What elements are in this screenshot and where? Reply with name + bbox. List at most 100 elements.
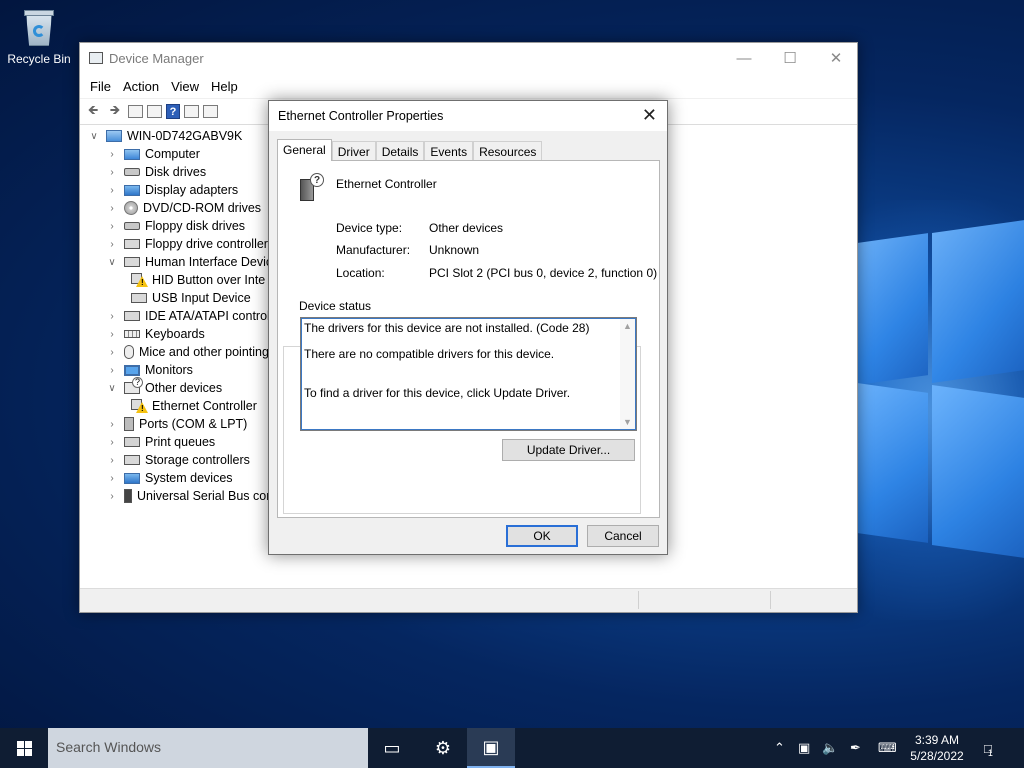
- tree-item-system-devices[interactable]: › System devices: [106, 469, 232, 487]
- keyboard-icon: [124, 330, 140, 338]
- scroll-down-icon[interactable]: ▼: [620, 417, 635, 427]
- tree-item-floppy-drive-controllers[interactable]: › Floppy drive controllers: [106, 235, 274, 253]
- scroll-up-icon[interactable]: ▲: [620, 321, 635, 331]
- dialog-title-bar[interactable]: Ethernet Controller Properties ✕: [269, 101, 667, 131]
- tree-item-human-interface-devices[interactable]: ∨ Human Interface Device: [106, 253, 279, 271]
- chevron-right-icon[interactable]: ›: [106, 221, 118, 232]
- forward-arrow-icon[interactable]: 🡺: [106, 102, 124, 120]
- tree-item-label: HID Button over Inte: [152, 273, 266, 287]
- network-disconnected-icon[interactable]: ▣: [798, 728, 810, 768]
- tree-item-hid-button[interactable]: ! HID Button over Inte: [125, 271, 265, 289]
- tree-item-ports[interactable]: › Ports (COM & LPT): [106, 415, 247, 433]
- tree-item-monitors[interactable]: › Monitors: [106, 361, 193, 379]
- show-hidden-icons-icon[interactable]: ⌃: [774, 728, 785, 768]
- properties-icon[interactable]: [147, 105, 162, 118]
- ok-button[interactable]: OK: [506, 525, 578, 547]
- pen-workspace-icon[interactable]: ✒: [850, 728, 861, 768]
- recycle-bin-label: Recycle Bin: [7, 52, 71, 66]
- tree-root[interactable]: ∨ WIN-0D742GABV9K: [88, 127, 242, 145]
- touch-keyboard-icon[interactable]: ⌨: [878, 728, 897, 768]
- speaker-muted-icon[interactable]: 🔈: [822, 728, 838, 768]
- recycle-bin-icon: [22, 8, 56, 48]
- help-icon[interactable]: ?: [166, 104, 180, 119]
- chevron-right-icon[interactable]: ›: [106, 491, 118, 502]
- action-center-icon[interactable]: □ 1: [984, 728, 993, 768]
- status-bar: [80, 588, 857, 612]
- taskbar: Search Windows ▭ ⚙ ▣ ⌃ ▣ 🔈 ✒ ⌨ 3:39 AM 5…: [0, 728, 1024, 768]
- recycle-bin-shortcut[interactable]: Recycle Bin: [6, 8, 72, 66]
- tree-item-disk-drives[interactable]: › Disk drives: [106, 163, 206, 181]
- tree-item-ide-controllers[interactable]: › IDE ATA/ATAPI controlle: [106, 307, 279, 325]
- controller-icon: [124, 239, 140, 249]
- minimize-button[interactable]: —: [721, 43, 767, 74]
- clock[interactable]: 3:39 AM 5/28/2022: [902, 732, 972, 764]
- chevron-down-icon[interactable]: ∨: [106, 257, 118, 268]
- tree-item-computer[interactable]: › Computer: [106, 145, 200, 163]
- chevron-right-icon[interactable]: ›: [106, 347, 118, 358]
- chevron-right-icon[interactable]: ›: [106, 437, 118, 448]
- tab-events[interactable]: Events: [424, 141, 474, 161]
- menu-action[interactable]: Action: [117, 79, 165, 94]
- computer-icon: [124, 148, 140, 160]
- back-arrow-icon[interactable]: 🡸: [84, 102, 102, 120]
- usb-icon: [124, 489, 132, 503]
- close-button[interactable]: ✕: [813, 43, 859, 74]
- notification-count: 1: [987, 748, 993, 758]
- maximize-button[interactable]: ☐: [767, 43, 813, 74]
- tree-item-usb-input-device[interactable]: USB Input Device: [125, 289, 251, 307]
- chevron-right-icon[interactable]: ›: [106, 365, 118, 376]
- tree-item-ethernet-controller[interactable]: ! Ethernet Controller: [125, 397, 257, 415]
- tree-item-display-adapters[interactable]: › Display adapters: [106, 181, 238, 199]
- tab-resources[interactable]: Resources: [473, 141, 543, 161]
- menu-view[interactable]: View: [165, 79, 205, 94]
- tab-driver[interactable]: Driver: [331, 141, 376, 161]
- start-button[interactable]: [0, 728, 48, 768]
- search-placeholder: Search Windows: [56, 739, 162, 755]
- device-name: Ethernet Controller: [336, 177, 437, 191]
- chevron-right-icon[interactable]: ›: [106, 329, 118, 340]
- dvd-icon: [124, 201, 138, 215]
- device-status-text[interactable]: The drivers for this device are not inst…: [300, 317, 637, 431]
- tree-item-label: Human Interface Device: [145, 255, 280, 269]
- tree-item-storage-controllers[interactable]: › Storage controllers: [106, 451, 250, 469]
- tab-strip: General Driver Details Events Resources: [277, 139, 543, 161]
- tree-item-dvd-drives[interactable]: › DVD/CD-ROM drives: [106, 199, 261, 217]
- chevron-right-icon[interactable]: ›: [106, 167, 118, 178]
- chevron-right-icon[interactable]: ›: [106, 149, 118, 160]
- menu-file[interactable]: File: [84, 79, 117, 94]
- cancel-button[interactable]: Cancel: [587, 525, 659, 547]
- action-pane-icon[interactable]: [184, 105, 199, 118]
- title-bar[interactable]: Device Manager — ☐ ✕: [80, 43, 857, 74]
- tab-general[interactable]: General: [277, 139, 332, 161]
- dialog-close-icon[interactable]: ✕: [642, 105, 657, 126]
- status-scrollbar[interactable]: ▲ ▼: [620, 319, 635, 429]
- menu-help[interactable]: Help: [205, 79, 244, 94]
- chevron-down-icon[interactable]: ∨: [88, 131, 100, 142]
- tree-item-floppy-disk-drives[interactable]: › Floppy disk drives: [106, 217, 245, 235]
- chevron-right-icon[interactable]: ›: [106, 473, 118, 484]
- device-manager-taskbar-icon[interactable]: ▣: [467, 728, 515, 768]
- tree-item-mice[interactable]: › Mice and other pointing: [106, 343, 269, 361]
- monitor-icon: [124, 364, 140, 376]
- computer-root-icon: [106, 130, 122, 142]
- chevron-right-icon[interactable]: ›: [106, 419, 118, 430]
- settings-gear-icon[interactable]: ⚙: [419, 728, 467, 768]
- task-view-icon[interactable]: ▭: [368, 728, 416, 768]
- tree-root-label: WIN-0D742GABV9K: [127, 129, 243, 143]
- chevron-right-icon[interactable]: ›: [106, 203, 118, 214]
- scan-hardware-icon[interactable]: [203, 105, 218, 118]
- tree-item-usb-controllers[interactable]: › Universal Serial Bus con: [106, 487, 273, 505]
- search-box[interactable]: Search Windows: [48, 728, 368, 768]
- menu-bar: File Action View Help: [80, 74, 857, 98]
- chevron-down-icon[interactable]: ∨: [106, 383, 118, 394]
- tree-item-print-queues[interactable]: › Print queues: [106, 433, 215, 451]
- chevron-right-icon[interactable]: ›: [106, 185, 118, 196]
- chevron-right-icon[interactable]: ›: [106, 311, 118, 322]
- chevron-right-icon[interactable]: ›: [106, 239, 118, 250]
- tree-item-other-devices[interactable]: ∨ Other devices: [106, 377, 222, 397]
- show-hide-console-tree-icon[interactable]: [128, 105, 143, 118]
- tree-item-keyboards[interactable]: › Keyboards: [106, 325, 204, 343]
- update-driver-button[interactable]: Update Driver...: [502, 439, 635, 461]
- chevron-right-icon[interactable]: ›: [106, 455, 118, 466]
- tab-details[interactable]: Details: [375, 141, 425, 161]
